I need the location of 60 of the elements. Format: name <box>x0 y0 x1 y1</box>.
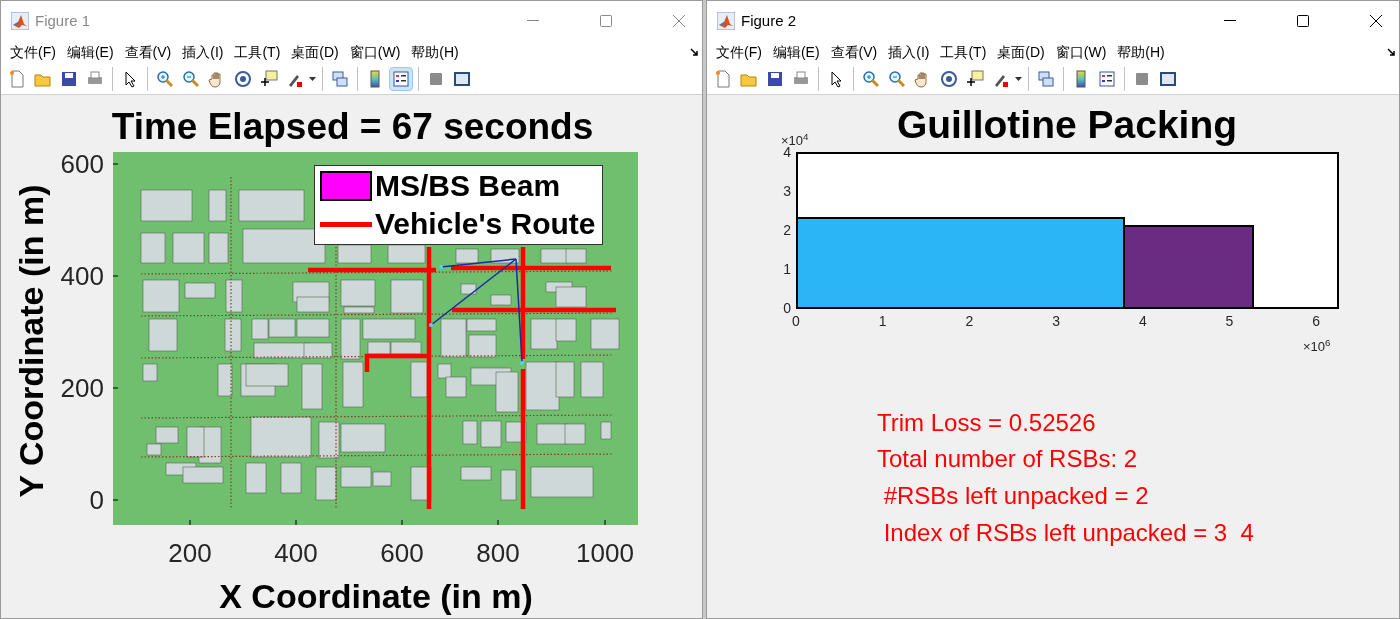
y-tick-label: 3 <box>782 184 791 198</box>
x-tick-label: 2 <box>964 314 975 328</box>
menu-item[interactable]: 工具(T) <box>940 42 987 62</box>
dock-arrow-icon <box>1387 47 1396 57</box>
axis-exponent: ×10$^{6}$ <box>1303 340 1331 353</box>
close-icon <box>1370 15 1382 27</box>
legend-label: Vehicle's Route <box>375 209 596 239</box>
x-tick-label: 4 <box>1137 314 1148 328</box>
y-tick-label: 600 <box>59 151 104 177</box>
result-text: Index of RSBs left unpacked = 3 4 <box>882 521 1254 545</box>
maximize-icon <box>1297 15 1309 27</box>
result-text: Trim Loss = 0.52526 <box>877 411 1096 435</box>
menu-item[interactable]: 桌面(D) <box>291 42 339 62</box>
y-tick-label: 4 <box>783 145 791 159</box>
x-axis-label: X Coordinate (in m) <box>218 579 534 613</box>
menu-item[interactable]: 窗口(W) <box>1055 42 1107 62</box>
x-tick-label: 6 <box>1311 314 1322 328</box>
menu-item[interactable]: 帮助(H) <box>1117 42 1165 62</box>
minimize-icon <box>527 20 539 22</box>
window-title: Figure 1 <box>35 10 91 31</box>
x-tick-label: 5 <box>1224 314 1235 328</box>
y-axis-label: Y Coordinate (in m) <box>11 183 51 500</box>
x-tick-label: 1 <box>877 314 888 328</box>
app-logo-icon <box>717 12 735 30</box>
result-text: #RSBs left unpacked = 2 <box>882 484 1149 508</box>
close-icon <box>673 15 685 27</box>
x-tick-label: 200 <box>167 540 213 566</box>
menu-item[interactable]: 帮助(H) <box>411 42 459 62</box>
minimize-icon <box>1224 20 1236 22</box>
x-tick-label: 1000 <box>575 540 635 566</box>
legend-icon[interactable] <box>389 66 413 91</box>
y-tick-label: 1 <box>782 262 791 276</box>
menu-item[interactable]: 查看(V) <box>124 42 172 62</box>
y-tick-label: 0 <box>88 487 104 513</box>
menu-item[interactable]: 编辑(E) <box>66 42 114 62</box>
x-tick-label: 800 <box>475 540 521 566</box>
plot-title: Guillotine Packing <box>896 105 1238 144</box>
maximize-icon <box>600 15 612 27</box>
menu-item[interactable]: 窗口(W) <box>349 42 401 62</box>
window-title: Figure 2 <box>741 10 797 31</box>
menu-item[interactable]: 插入(I) <box>888 42 930 62</box>
menu-item[interactable]: 工具(T) <box>234 42 281 62</box>
menu-item[interactable]: 文件(F) <box>10 42 56 62</box>
menu-item[interactable]: 文件(F) <box>716 42 762 62</box>
axis-exponent: ×10$^{4}$ <box>781 134 809 147</box>
menu-item[interactable]: 插入(I) <box>182 42 224 62</box>
x-tick-label: 600 <box>379 540 425 566</box>
result-text: Total number of RSBs: 2 <box>877 447 1138 471</box>
dock-arrow-icon <box>690 47 699 57</box>
plot-title: Time Elapsed = 67 seconds <box>110 108 595 145</box>
x-tick-label: 400 <box>273 540 319 566</box>
menu-item[interactable]: 桌面(D) <box>997 42 1045 62</box>
x-tick-label: 0 <box>791 314 801 328</box>
legend-label: MS/BS Beam <box>375 171 561 201</box>
y-tick-label: 2 <box>782 223 791 237</box>
app-logo-icon <box>11 12 29 30</box>
menu-item[interactable]: 编辑(E) <box>772 42 820 62</box>
y-tick-label: 0 <box>782 301 791 315</box>
x-tick-label: 3 <box>1051 314 1061 328</box>
menu-item[interactable]: 查看(V) <box>830 42 878 62</box>
